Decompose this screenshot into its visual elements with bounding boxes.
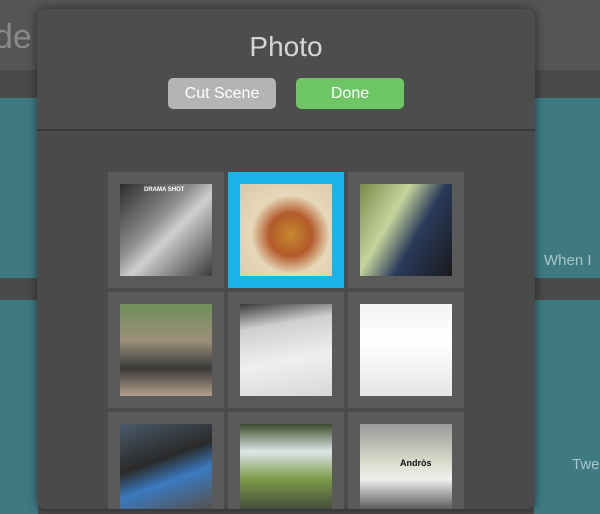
photo-thumbnail: DRAMA SHOT (120, 184, 212, 276)
photo-cell-5[interactable] (228, 292, 344, 408)
photo-cell-3[interactable] (348, 172, 464, 288)
photo-thumbnail (240, 304, 332, 396)
background-tile-left-top (0, 98, 38, 278)
photo-thumbnail (240, 184, 332, 276)
photo-thumbnail (360, 184, 452, 276)
photo-cell-9[interactable]: Andròs (348, 412, 464, 509)
photo-thumbnail (240, 424, 332, 509)
cut-scene-button[interactable]: Cut Scene (168, 78, 276, 109)
photo-cell-1[interactable]: DRAMA SHOT (108, 172, 224, 288)
background-label-tweet: Twe (572, 456, 600, 473)
background-label-when: When I (544, 252, 592, 269)
modal-header: Photo Cut Scene Done (37, 9, 535, 131)
modal-title: Photo (249, 31, 323, 62)
photo-cell-4[interactable] (108, 292, 224, 408)
photo-caption: Andròs (400, 458, 432, 468)
background-tile-right-bottom (534, 300, 600, 514)
photo-cell-7[interactable] (108, 412, 224, 509)
photo-thumbnail: Andròs (360, 424, 452, 509)
photo-caption: DRAMA SHOT (144, 187, 185, 193)
photo-picker-modal: Photo Cut Scene Done DRAMA SHOT Andròs (37, 9, 535, 509)
photo-cell-8[interactable] (228, 412, 344, 509)
background-header-text: de (0, 18, 32, 56)
photo-thumbnail (120, 424, 212, 509)
photo-thumbnail (360, 304, 452, 396)
photo-thumbnail (120, 304, 212, 396)
photo-cell-6[interactable] (348, 292, 464, 408)
background-tile-left-bottom (0, 300, 38, 514)
background-tile-right-top (534, 98, 600, 278)
done-button[interactable]: Done (296, 78, 404, 109)
photo-cell-2-selected[interactable] (228, 172, 344, 288)
